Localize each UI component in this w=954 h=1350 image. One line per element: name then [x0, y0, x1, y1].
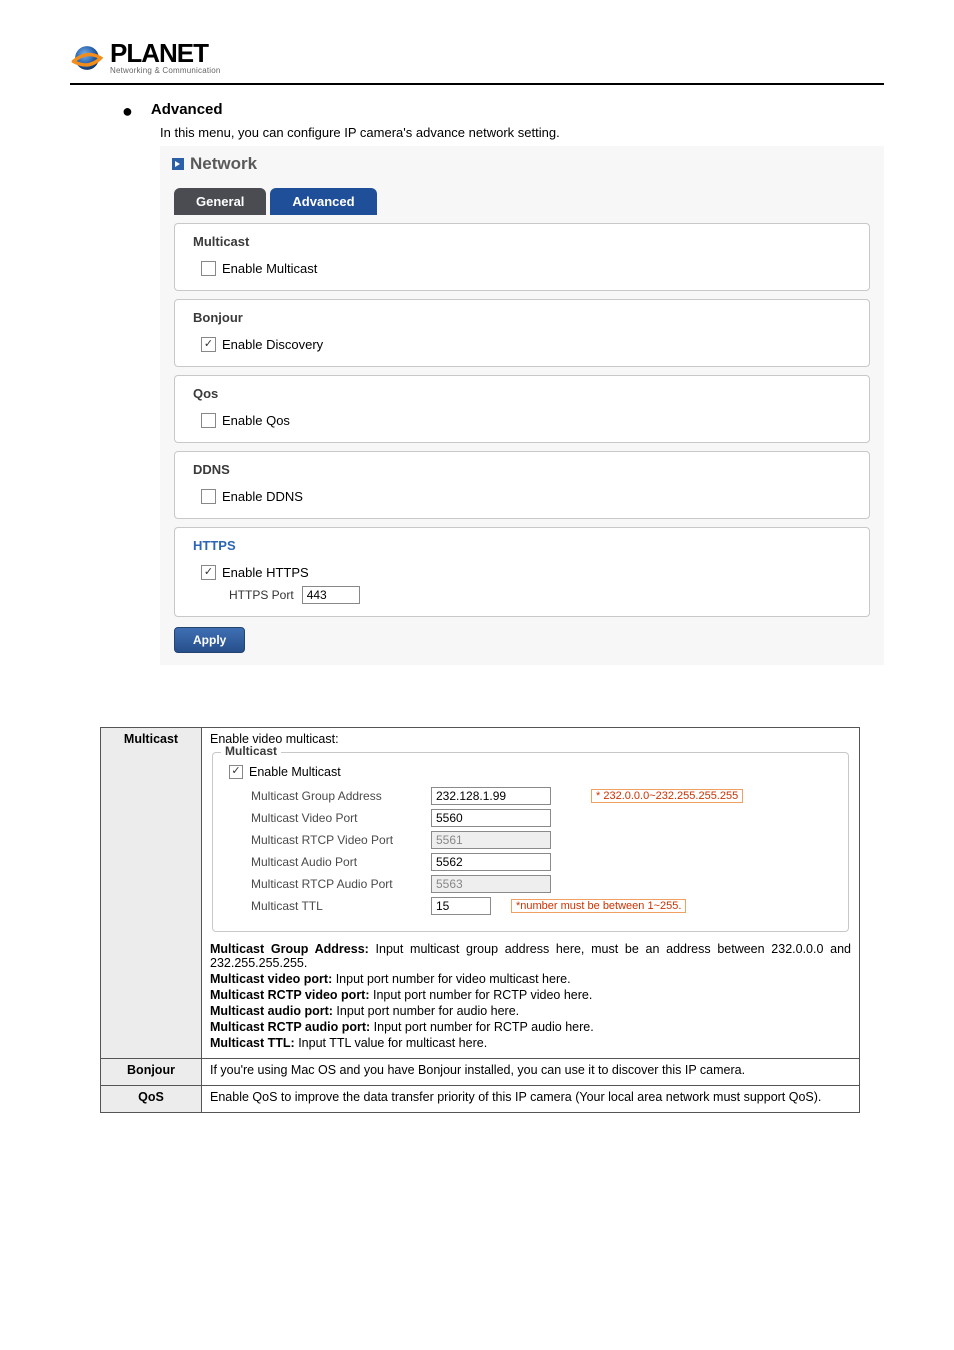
table-row: QoS Enable QoS to improve the data trans…: [101, 1085, 860, 1112]
planet-globe-icon: [70, 41, 104, 75]
tab-general[interactable]: General: [174, 188, 266, 215]
bonjour-fieldset: Bonjour Enable Discovery: [174, 299, 870, 367]
mc-rtcp-video-port-label: Multicast RTCP Video Port: [251, 833, 431, 847]
qos-legend: Qos: [189, 386, 222, 401]
mc-rtcp-audio-port-label: Multicast RTCP Audio Port: [251, 877, 431, 891]
enable-qos-checkbox[interactable]: [201, 413, 216, 428]
enable-https-checkbox[interactable]: [201, 565, 216, 580]
enable-discovery-label: Enable Discovery: [222, 337, 323, 352]
panel-title: Network: [190, 154, 257, 174]
logo-title: PLANET: [110, 40, 221, 66]
mc-group-addr-input[interactable]: 232.128.1.99: [431, 787, 551, 805]
panel-arrow-icon: [172, 158, 184, 170]
network-panel: Network General Advanced Multicast Enabl…: [160, 146, 884, 665]
https-fieldset: HTTPS Enable HTTPS HTTPS Port 443: [174, 527, 870, 617]
enable-ddns-checkbox[interactable]: [201, 489, 216, 504]
enable-discovery-checkbox[interactable]: [201, 337, 216, 352]
desc-ttl: Multicast TTL: Input TTL value for multi…: [210, 1036, 851, 1050]
section-desc: In this menu, you can configure IP camer…: [160, 125, 884, 140]
multicast-expanded-box: Multicast Enable Multicast Multicast Gro…: [212, 752, 849, 932]
desc-rctp-audio-port: Multicast RCTP audio port: Input port nu…: [210, 1020, 851, 1034]
enable-qos-label: Enable Qos: [222, 413, 290, 428]
mc-ttl-input[interactable]: 15: [431, 897, 491, 915]
divider: [70, 83, 884, 85]
mc-rtcp-video-port-input[interactable]: 5561: [431, 831, 551, 849]
apply-button[interactable]: Apply: [174, 627, 245, 653]
bonjour-legend: Bonjour: [189, 310, 247, 325]
mc-ttl-label: Multicast TTL: [251, 899, 431, 913]
bonjour-text: If you're using Mac OS and you have Bonj…: [202, 1058, 860, 1085]
logo: PLANET Networking & Communication: [70, 40, 884, 75]
row-label-qos: QoS: [101, 1085, 202, 1112]
enable-ddns-label: Enable DDNS: [222, 489, 303, 504]
desc-rctp-video-port: Multicast RCTP video port: Input port nu…: [210, 988, 851, 1002]
ddns-legend: DDNS: [189, 462, 234, 477]
desc-audio-port: Multicast audio port: Input port number …: [210, 1004, 851, 1018]
mc-audio-port-label: Multicast Audio Port: [251, 855, 431, 869]
desc-video-port: Multicast video port: Input port number …: [210, 972, 851, 986]
multicast-intro: Enable video multicast:: [210, 732, 851, 746]
tabs: General Advanced: [174, 188, 870, 215]
row-label-bonjour: Bonjour: [101, 1058, 202, 1085]
mc-video-port-input[interactable]: 5560: [431, 809, 551, 827]
mc-video-port-label: Multicast Video Port: [251, 811, 431, 825]
enable-https-label: Enable HTTPS: [222, 565, 309, 580]
multicast-box-legend: Multicast: [221, 744, 281, 758]
mc-group-addr-hint: * 232.0.0.0~232.255.255.255: [591, 789, 743, 803]
table-row: Multicast Enable video multicast: Multic…: [101, 727, 860, 1058]
multicast-fieldset: Multicast Enable Multicast: [174, 223, 870, 291]
bullet-icon: ●: [122, 101, 133, 123]
multicast-legend: Multicast: [189, 234, 253, 249]
tab-advanced[interactable]: Advanced: [270, 188, 376, 215]
table-row: Bonjour If you're using Mac OS and you h…: [101, 1058, 860, 1085]
logo-tagline: Networking & Communication: [110, 66, 221, 75]
mc-ttl-hint: *number must be between 1~255.: [511, 899, 686, 913]
enable-multicast-checkbox[interactable]: [201, 261, 216, 276]
enable-multicast2-label: Enable Multicast: [249, 765, 341, 779]
mc-rtcp-audio-port-input[interactable]: 5563: [431, 875, 551, 893]
https-port-label: HTTPS Port: [229, 588, 294, 602]
section-title: Advanced: [151, 101, 223, 118]
desc-group-address: Multicast Group Address: Input multicast…: [210, 942, 851, 970]
doc-table: Multicast Enable video multicast: Multic…: [100, 727, 860, 1113]
enable-multicast2-checkbox[interactable]: [229, 765, 243, 779]
enable-multicast-label: Enable Multicast: [222, 261, 317, 276]
https-legend: HTTPS: [189, 538, 240, 553]
mc-group-addr-label: Multicast Group Address: [251, 789, 431, 803]
https-port-input[interactable]: 443: [302, 586, 360, 604]
qos-fieldset: Qos Enable Qos: [174, 375, 870, 443]
mc-audio-port-input[interactable]: 5562: [431, 853, 551, 871]
ddns-fieldset: DDNS Enable DDNS: [174, 451, 870, 519]
row-label-multicast: Multicast: [101, 727, 202, 1058]
qos-text: Enable QoS to improve the data transfer …: [202, 1085, 860, 1112]
